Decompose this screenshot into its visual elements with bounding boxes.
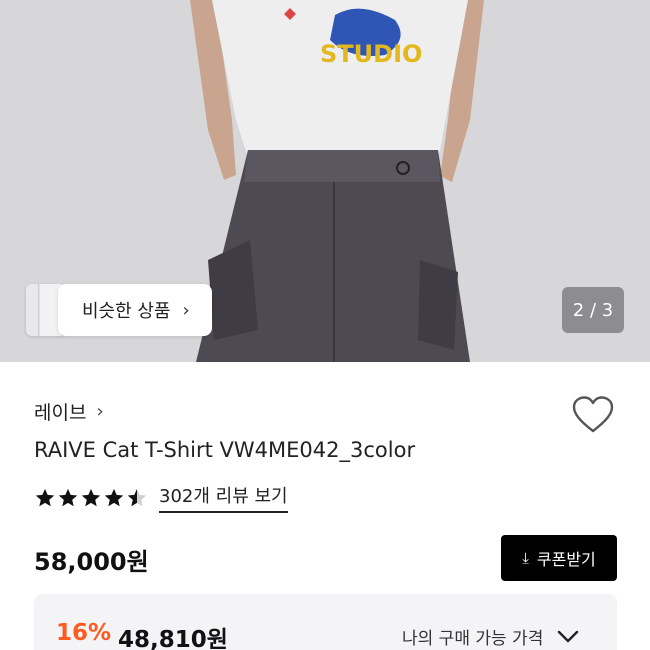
star-icon — [58, 488, 78, 506]
star-rating — [34, 487, 149, 509]
product-title: RAIVE Cat T-Shirt VW4ME042_3color — [34, 438, 416, 462]
half-star-icon — [127, 488, 147, 506]
star-icon — [104, 488, 124, 506]
coupon-button[interactable]: ⤓ 쿠폰받기 — [501, 535, 617, 581]
my-price-toggle[interactable]: 나의 구매 가능 가격 — [402, 624, 579, 649]
heart-icon[interactable] — [572, 396, 614, 434]
discount-percent: 16% — [56, 620, 112, 646]
star-icon — [81, 488, 101, 506]
similar-products-label: 비슷한 상품 — [82, 301, 171, 322]
discount-price: 48,810원 — [118, 627, 228, 650]
download-icon: ⤓ — [522, 549, 529, 567]
brand-link[interactable]: 레이브 › — [34, 398, 104, 425]
svg-text:STUDIO: STUDIO — [320, 40, 422, 68]
chevron-right-icon: › — [96, 401, 104, 422]
rating-row: 302개 리뷰 보기 — [34, 482, 288, 513]
discount-panel: 16% 48,810원 나의 구매 가능 가격 — [34, 594, 617, 650]
chevron-right-icon: › — [182, 299, 190, 321]
chevron-down-icon — [558, 630, 579, 642]
image-pager: 2 / 3 — [562, 287, 624, 333]
similar-products-button[interactable]: 비슷한 상품 › — [58, 284, 212, 336]
coupon-label: 쿠폰받기 — [536, 550, 596, 569]
star-icon — [35, 488, 55, 506]
my-price-label: 나의 구매 가능 가격 — [402, 629, 544, 649]
brand-name: 레이브 — [34, 402, 87, 424]
review-link[interactable]: 302개 리뷰 보기 — [159, 482, 288, 513]
product-image[interactable]: STUDIO 비슷한 상품 › 2 / 3 — [0, 0, 650, 362]
original-price: 58,000원 — [34, 548, 149, 576]
